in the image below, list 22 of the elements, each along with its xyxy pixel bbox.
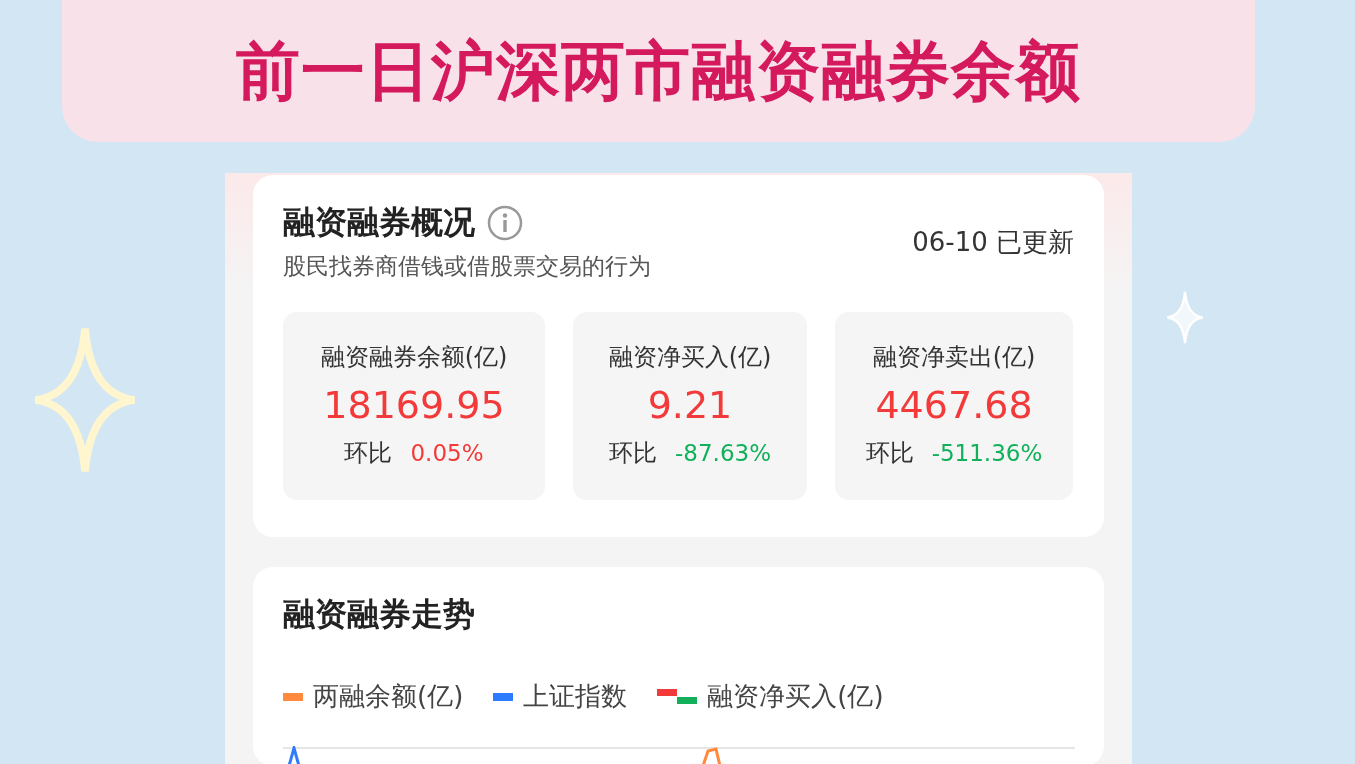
update-date: 06-10 已更新 (912, 226, 1074, 259)
change-label: 环比 (865, 438, 914, 469)
metric-value: 9.21 (647, 383, 733, 427)
metric-value: 18169.95 (323, 383, 505, 427)
card-title: 融资融券概况 (283, 202, 475, 243)
legend-label: 融资净买入(亿) (707, 680, 884, 713)
metric-label: 融资净卖出(亿) (872, 342, 1036, 373)
legend-label: 两融余额(亿) (313, 680, 464, 713)
change-value: 0.05% (410, 440, 484, 466)
metric-label: 融资融券余额(亿) (320, 342, 508, 373)
metric-label: 融资净买入(亿) (608, 342, 772, 373)
metric-value: 4467.68 (875, 383, 1033, 427)
info-icon[interactable] (487, 205, 523, 241)
card-subtitle: 股民找券商借钱或借股票交易的行为 (283, 252, 651, 281)
card-title: 融资融券走势 (283, 594, 476, 635)
banner-title: 前一日沪深两市融资融券余额 (236, 32, 1081, 110)
change-label: 环比 (609, 438, 657, 469)
change-label: 环比 (344, 438, 393, 469)
sparkle-icon (1165, 290, 1205, 345)
change-value: -87.63% (675, 440, 771, 466)
change-value: -511.36% (931, 440, 1043, 466)
legend-label: 上证指数 (523, 680, 628, 713)
